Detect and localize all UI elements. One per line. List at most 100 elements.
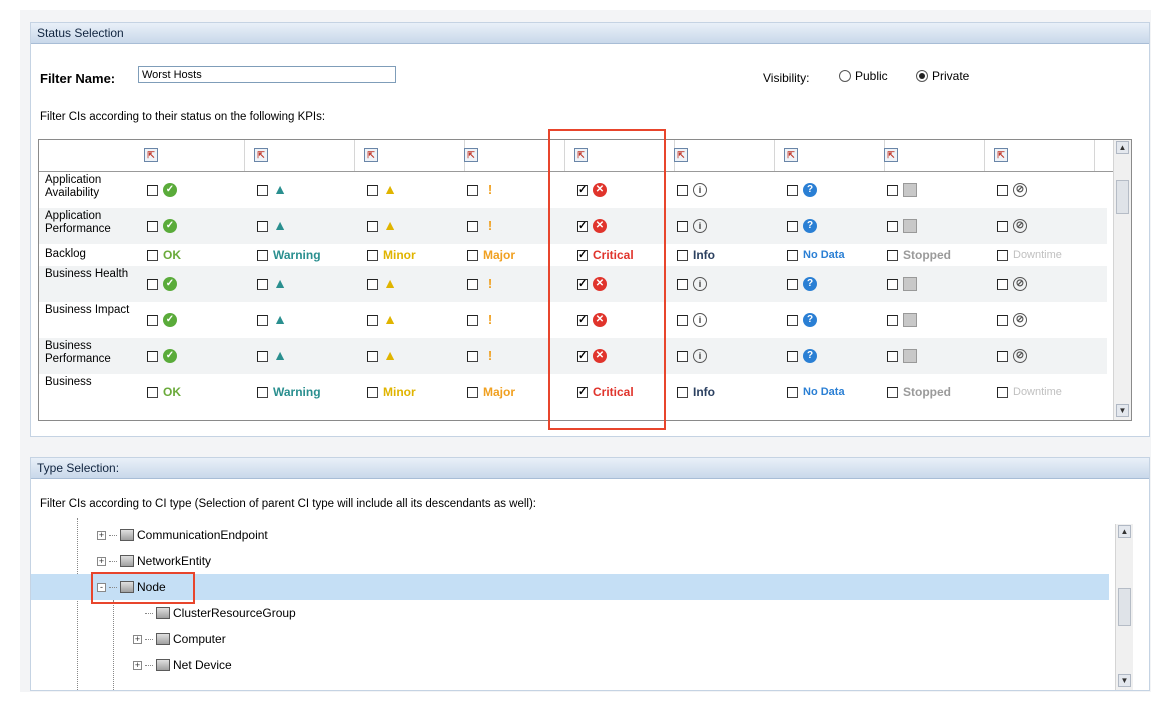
info-checkbox[interactable] [677, 184, 688, 196]
downtime-checkbox[interactable] [997, 220, 1008, 232]
stopped-checkbox[interactable] [887, 184, 898, 196]
filter-name-input[interactable] [138, 66, 396, 83]
downtime-icon: ⊘ [1013, 183, 1027, 197]
tree-item[interactable]: + Computer [31, 626, 1109, 652]
tree-scroll-down-arrow[interactable]: ▼ [1118, 674, 1131, 687]
select-column-icon[interactable]: ⇱ [574, 148, 588, 162]
select-column-icon[interactable]: ⇱ [144, 148, 158, 162]
select-column-icon[interactable]: ⇱ [784, 148, 798, 162]
expand-icon[interactable]: + [97, 556, 106, 566]
ok-checkbox[interactable] [147, 249, 158, 261]
warning-checkbox[interactable] [257, 350, 268, 362]
major-checkbox[interactable] [467, 314, 478, 326]
ci-tree-scrollbar[interactable]: ▲ ▼ [1115, 524, 1133, 690]
visibility-private-radio[interactable]: Private [916, 69, 969, 83]
tree-item[interactable]: ClusterResourceGroup [31, 600, 1109, 626]
minor-checkbox[interactable] [367, 314, 378, 326]
stopped-checkbox[interactable] [887, 278, 898, 290]
expand-icon[interactable]: + [133, 660, 142, 670]
scroll-up-arrow[interactable]: ▲ [1116, 141, 1129, 154]
select-column-icon[interactable]: ⇱ [674, 148, 688, 162]
info-checkbox[interactable] [677, 386, 688, 398]
major-checkbox[interactable] [467, 278, 478, 290]
stopped-checkbox[interactable] [887, 386, 898, 398]
nodata-checkbox[interactable] [787, 220, 798, 232]
minor-checkbox[interactable] [367, 249, 378, 261]
scroll-down-arrow[interactable]: ▼ [1116, 404, 1129, 417]
tree-item[interactable]: + Net Device [31, 652, 1109, 678]
expand-icon[interactable]: + [133, 634, 142, 644]
status-cell-ok: ✓ [147, 172, 177, 208]
select-column-icon[interactable]: ⇱ [464, 148, 478, 162]
minor-checkbox[interactable] [367, 184, 378, 196]
ok-checkbox[interactable] [147, 350, 158, 362]
nodata-checkbox[interactable] [787, 350, 798, 362]
critical-checkbox[interactable] [577, 385, 588, 398]
visibility-public-radio[interactable]: Public [839, 69, 888, 83]
select-column-icon[interactable]: ⇱ [364, 148, 378, 162]
tree-scroll-thumb[interactable] [1118, 588, 1131, 626]
private-radio-button[interactable] [916, 70, 928, 82]
ok-checkbox[interactable] [147, 314, 158, 326]
minor-checkbox[interactable] [367, 278, 378, 290]
info-checkbox[interactable] [677, 314, 688, 326]
nodata-checkbox[interactable] [787, 386, 798, 398]
info-checkbox[interactable] [677, 249, 688, 261]
tree-scroll-up-arrow[interactable]: ▲ [1118, 525, 1131, 538]
public-radio-button[interactable] [839, 70, 851, 82]
warning-checkbox[interactable] [257, 220, 268, 232]
select-column-icon[interactable]: ⇱ [254, 148, 268, 162]
ok-checkbox[interactable] [147, 184, 158, 196]
critical-checkbox[interactable] [577, 349, 588, 362]
kpi-grid-scrollbar[interactable]: ▲ ▼ [1113, 140, 1131, 420]
downtime-checkbox[interactable] [997, 184, 1008, 196]
critical-checkbox[interactable] [577, 183, 588, 196]
nodata-checkbox[interactable] [787, 278, 798, 290]
downtime-checkbox[interactable] [997, 278, 1008, 290]
ci-type-icon [120, 555, 134, 567]
ok-checkbox[interactable] [147, 220, 158, 232]
minor-checkbox[interactable] [367, 350, 378, 362]
major-checkbox[interactable] [467, 350, 478, 362]
warning-checkbox[interactable] [257, 386, 268, 398]
nodata-checkbox[interactable] [787, 314, 798, 326]
stopped-checkbox[interactable] [887, 350, 898, 362]
downtime-checkbox[interactable] [997, 386, 1008, 398]
downtime-checkbox[interactable] [997, 314, 1008, 326]
major-icon: ! [487, 312, 493, 327]
stopped-checkbox[interactable] [887, 314, 898, 326]
critical-checkbox[interactable] [577, 248, 588, 261]
info-checkbox[interactable] [677, 220, 688, 232]
collapse-icon[interactable]: - [97, 582, 106, 592]
downtime-checkbox[interactable] [997, 249, 1008, 261]
ok-checkbox[interactable] [147, 278, 158, 290]
stopped-checkbox[interactable] [887, 249, 898, 261]
critical-checkbox[interactable] [577, 277, 588, 290]
tree-item[interactable]: - Node [31, 574, 1109, 600]
tree-item[interactable]: + NetworkEntity [31, 548, 1109, 574]
nodata-checkbox[interactable] [787, 249, 798, 261]
warning-checkbox[interactable] [257, 278, 268, 290]
minor-checkbox[interactable] [367, 220, 378, 232]
critical-checkbox[interactable] [577, 313, 588, 326]
tree-item[interactable]: + CommunicationEndpoint [31, 522, 1109, 548]
major-checkbox[interactable] [467, 386, 478, 398]
warning-checkbox[interactable] [257, 184, 268, 196]
expand-icon[interactable]: + [97, 530, 106, 540]
major-checkbox[interactable] [467, 220, 478, 232]
minor-checkbox[interactable] [367, 386, 378, 398]
major-checkbox[interactable] [467, 184, 478, 196]
select-column-icon[interactable]: ⇱ [994, 148, 1008, 162]
info-checkbox[interactable] [677, 278, 688, 290]
warning-checkbox[interactable] [257, 314, 268, 326]
major-checkbox[interactable] [467, 249, 478, 261]
nodata-checkbox[interactable] [787, 184, 798, 196]
info-checkbox[interactable] [677, 350, 688, 362]
ok-checkbox[interactable] [147, 386, 158, 398]
stopped-checkbox[interactable] [887, 220, 898, 232]
critical-checkbox[interactable] [577, 219, 588, 232]
scroll-thumb[interactable] [1116, 180, 1129, 214]
select-column-icon[interactable]: ⇱ [884, 148, 898, 162]
downtime-checkbox[interactable] [997, 350, 1008, 362]
warning-checkbox[interactable] [257, 249, 268, 261]
